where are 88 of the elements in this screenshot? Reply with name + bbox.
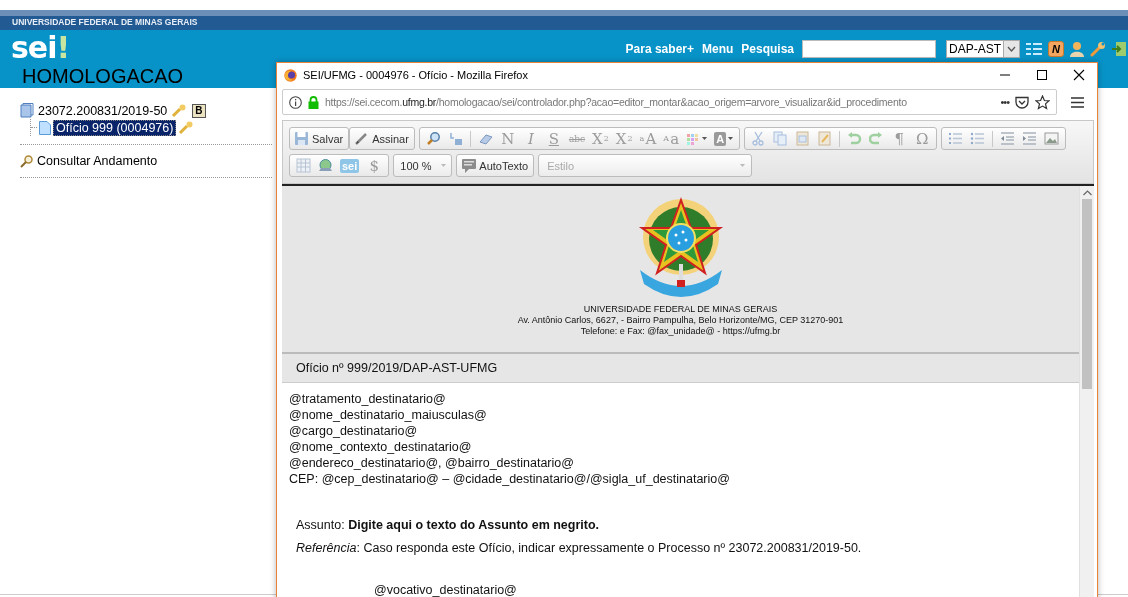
window-title: SEI/UFMG - 0004976 - Ofício - Mozilla Firefox xyxy=(303,69,529,82)
institution-name: UNIVERSIDADE FEDERAL DE MINAS GERAIS xyxy=(12,17,198,27)
caret-icon xyxy=(740,164,746,167)
info-icon[interactable] xyxy=(289,95,302,109)
outdent-icon xyxy=(1000,131,1016,146)
bold-button[interactable]: N xyxy=(496,128,519,149)
header-link[interactable]: Para saber+ xyxy=(625,42,694,56)
caret-icon xyxy=(728,137,734,140)
table-icon xyxy=(296,158,311,173)
background-color-button[interactable]: A xyxy=(711,128,737,149)
numbered-list-icon xyxy=(948,131,964,146)
style-select[interactable]: Estilo xyxy=(538,154,753,177)
reference-line: Referência: Caso responda este Ofício, indicar expressamente o Processo nº 23072.200831/2019-50. xyxy=(296,540,863,556)
caret-icon xyxy=(441,164,447,167)
paste-document-icon xyxy=(817,131,833,146)
status-badge: B xyxy=(192,103,206,118)
recipient-line: CEP: @cep_destinatario@ – @cidade_destinatario@/@sigla_uf_destinatario@ xyxy=(289,471,731,487)
dollar-button[interactable]: $ xyxy=(363,155,386,176)
sei-logo: sei! xyxy=(11,35,70,61)
replace-icon xyxy=(447,131,463,146)
omega-button[interactable]: Ω xyxy=(911,128,934,149)
subject-line: Assunto: Digite aqui o texto do Assunto em negrito. xyxy=(296,517,601,533)
greeting-line: @vocativo_destinatario@ xyxy=(374,582,518,597)
address-text: Av. Antônio Carlos, 6627, - Bairro Pampulha, Belo Horizonte/MG, CEP 31270-901 xyxy=(517,315,844,326)
menu-icon[interactable] xyxy=(1071,96,1084,108)
action-link[interactable]: Consultar Andamento xyxy=(37,154,158,168)
document-title: Ofício nº 999/2019/DAP-AST-UFMG xyxy=(296,361,498,375)
toolbar-button[interactable]: Assinar xyxy=(349,127,415,150)
institution-name: UNIVERSIDADE FEDERAL DE MINAS GERAIS xyxy=(583,304,778,315)
process-link[interactable]: 23072.200831/2019-50 xyxy=(36,103,170,118)
superscript-button[interactable]: X$^{2}$ xyxy=(612,128,636,149)
superscript-letter-button[interactable]: $^{a}$A xyxy=(636,128,660,149)
header-link[interactable]: Pesquisa xyxy=(741,42,795,56)
search-icon xyxy=(425,131,441,146)
copy-icon xyxy=(773,131,789,146)
close-icon[interactable] xyxy=(1072,69,1085,82)
toolbar-button[interactable]: AutoTexto xyxy=(456,154,535,177)
contact-text: Telefone: e Fax: @fax_unidade@ - https://ufmg.br xyxy=(580,326,781,337)
exit-icon[interactable] xyxy=(1112,41,1128,57)
speech-bubble-icon xyxy=(461,158,477,173)
lock-icon xyxy=(308,95,319,109)
wrench-icon[interactable] xyxy=(1090,41,1106,57)
scrollbar-thumb[interactable] xyxy=(1082,199,1092,389)
list-icon[interactable] xyxy=(1026,42,1043,56)
image-icon xyxy=(1044,131,1060,146)
zoom-select[interactable]: 100 % xyxy=(393,154,453,177)
pocket-icon[interactable] xyxy=(1015,95,1029,109)
process-icon[interactable] xyxy=(20,103,34,118)
pen-icon xyxy=(354,131,370,146)
header-link[interactable]: Menu xyxy=(702,42,734,56)
url-text[interactable]: https://sei.cecom.ufmg.br/homologacao/sei/controlador.php?acao=editor_montar&acao_origem=arvore_visualizar&id_procedimento xyxy=(325,96,907,109)
paste-pdf-icon xyxy=(795,131,811,146)
recipient-line: @cargo_destinatario@ xyxy=(289,423,419,439)
environment-title: HOMOLOGACAO xyxy=(22,65,184,88)
unit-select[interactable]: DAP-AST xyxy=(946,40,1021,58)
indent-icon xyxy=(1022,131,1038,146)
scissors-icon xyxy=(751,131,767,146)
eraser-icon xyxy=(477,131,493,146)
subscript-letter-button[interactable]: $^{A}$a xyxy=(660,128,683,149)
recipient-line: @tratamento_destinatario@ xyxy=(289,391,447,407)
star-icon[interactable] xyxy=(1035,94,1050,110)
recipient-line: @nome_contexto_destinatario@ xyxy=(289,439,473,455)
scroll-up-icon[interactable] xyxy=(1082,190,1092,196)
key-icon[interactable] xyxy=(178,120,195,135)
recipient-line: @endereco_destinatario@, @bairro_destinatario@ xyxy=(289,455,575,471)
toolbar-button[interactable]: Salvar xyxy=(289,127,350,150)
more-actions-button[interactable]: ••• xyxy=(1000,96,1009,109)
key-icon[interactable] xyxy=(171,103,188,118)
globe-icon xyxy=(318,158,333,173)
recipient-line: @nome_destinatario_maiusculas@ xyxy=(289,407,488,423)
underline-button[interactable]: S xyxy=(542,128,565,149)
caret-icon xyxy=(1007,46,1017,52)
strikethrough-button[interactable]: abc xyxy=(565,128,589,149)
notification-badge[interactable]: N xyxy=(1048,41,1064,57)
firefox-icon xyxy=(284,68,297,82)
search-field[interactable] xyxy=(802,40,937,58)
document-icon[interactable] xyxy=(39,120,51,135)
search-icon[interactable] xyxy=(20,154,33,168)
italic-button[interactable]: I xyxy=(519,128,542,149)
bullet-list-icon xyxy=(970,131,986,146)
save-icon xyxy=(294,131,309,146)
user-icon[interactable] xyxy=(1070,41,1084,57)
document-link[interactable]: Ofício 999 (0004976) xyxy=(53,119,177,136)
pilcrow-button[interactable]: ¶ xyxy=(888,128,911,149)
caret-icon xyxy=(702,137,708,140)
undo-icon xyxy=(847,131,863,146)
table-button[interactable] xyxy=(293,155,314,176)
maximize-icon[interactable] xyxy=(1035,69,1048,82)
